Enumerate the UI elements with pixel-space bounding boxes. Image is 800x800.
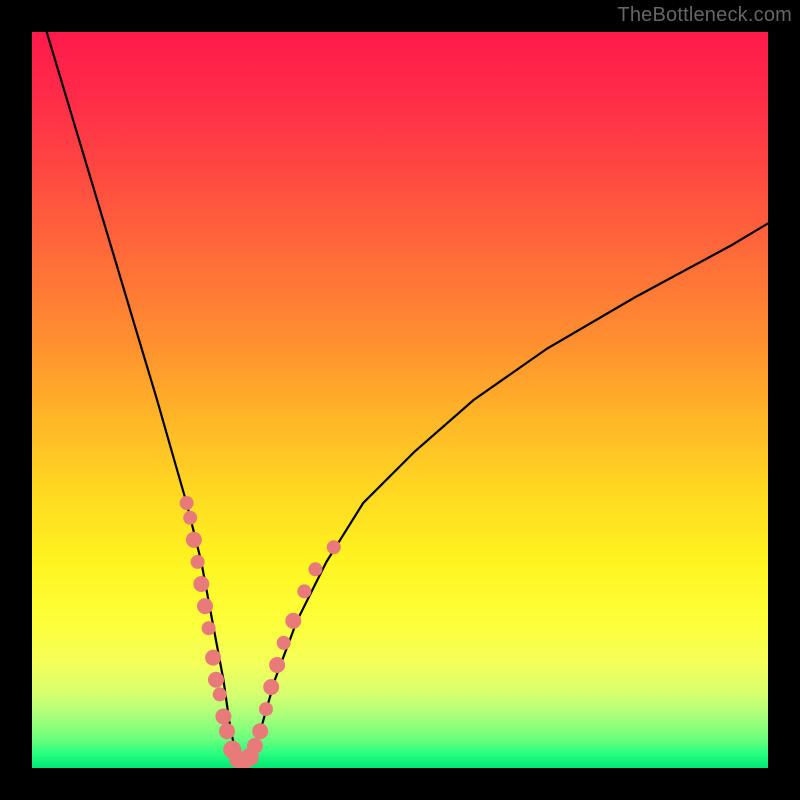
marker-dot: [193, 576, 209, 592]
marker-dot: [327, 540, 341, 554]
marker-dot: [191, 555, 205, 569]
marker-dot: [277, 636, 291, 650]
marker-dot: [252, 723, 268, 739]
marker-dot: [208, 672, 224, 688]
marker-dot: [183, 511, 197, 525]
marker-dot: [297, 584, 311, 598]
marker-dot: [308, 562, 322, 576]
marker-dot: [186, 532, 202, 548]
marker-dot: [247, 738, 263, 754]
marker-dot: [269, 657, 285, 673]
bottleneck-curve: [47, 32, 768, 761]
marker-dot: [259, 702, 273, 716]
plot-area: [32, 32, 768, 768]
marker-dot: [215, 709, 231, 725]
marker-dot: [180, 496, 194, 510]
marker-dot: [263, 679, 279, 695]
marker-dot: [213, 687, 227, 701]
chart-frame: TheBottleneck.com: [0, 0, 800, 800]
marker-dot: [202, 621, 216, 635]
curve-layer: [32, 32, 768, 768]
highlight-markers: [180, 496, 341, 768]
watermark-text: TheBottleneck.com: [617, 4, 792, 27]
marker-dot: [205, 650, 221, 666]
marker-dot: [219, 723, 235, 739]
marker-dot: [197, 598, 213, 614]
marker-dot: [285, 613, 301, 629]
